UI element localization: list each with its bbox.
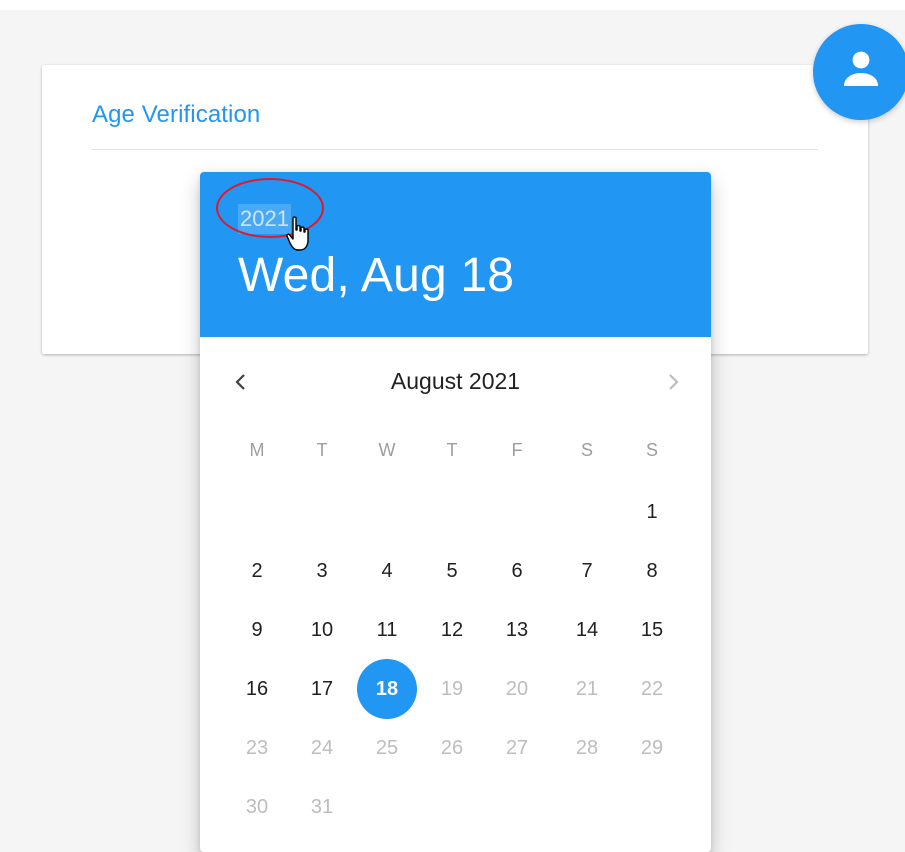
calendar-day: 28 [575,737,599,759]
calendar-day: 25 [375,737,399,759]
selected-date-heading: Wed, Aug 18 [238,249,515,302]
weekday-label: W [378,440,396,460]
calendar-day[interactable]: 12 [422,600,482,660]
next-month-button[interactable] [659,368,687,396]
calendar-day[interactable]: 17 [292,659,352,719]
weekday-label: T [316,440,328,460]
calendar-day: 24 [310,737,334,759]
weekday-label: M [249,440,265,460]
top-strip [0,0,905,10]
weekday-label: T [446,440,458,460]
calendar-day[interactable]: 5 [422,541,482,601]
calendar-day: 22 [640,678,664,700]
card-divider [92,149,818,150]
calendar-day: 19 [440,678,464,700]
calendar-day[interactable]: 6 [487,541,547,601]
calendar-day[interactable]: 9 [227,600,287,660]
calendar-day[interactable]: 15 [622,600,682,660]
calendar-day[interactable]: 10 [292,600,352,660]
user-avatar-button[interactable] [813,24,905,120]
calendar-day[interactable]: 1 [622,482,682,542]
weekday-label: S [645,440,658,460]
date-picker-dialog: 2021 Wed, Aug 18 August 2021 MTWTFSS 123… [200,172,711,852]
chevron-right-icon [669,374,679,390]
person-icon [844,51,878,86]
calendar-day: 21 [575,678,599,700]
calendar-day[interactable]: 11 [357,600,417,660]
weekday-label: S [580,440,593,460]
calendar-day: 31 [310,796,334,818]
calendar-day: 23 [245,737,269,759]
calendar-day-selected[interactable]: 18 [357,659,417,719]
weekday-label: F [511,440,523,460]
month-year-label: August 2021 [390,368,521,394]
calendar-day[interactable]: 16 [227,659,287,719]
calendar-day[interactable]: 4 [357,541,417,601]
calendar-day[interactable]: 3 [292,541,352,601]
calendar-day: 29 [640,737,664,759]
calendar-day[interactable]: 13 [487,600,547,660]
calendar-day[interactable]: 14 [557,600,617,660]
picker-header: 2021 Wed, Aug 18 [200,172,711,337]
calendar-day: 27 [505,737,529,759]
calendar-day[interactable]: 7 [557,541,617,601]
card-title: Age Verification [92,101,261,128]
calendar-day: 20 [505,678,529,700]
calendar-day: 26 [440,737,464,759]
calendar-day[interactable]: 8 [622,541,682,601]
calendar-day[interactable]: 2 [227,541,287,601]
calendar-day: 30 [245,796,269,818]
